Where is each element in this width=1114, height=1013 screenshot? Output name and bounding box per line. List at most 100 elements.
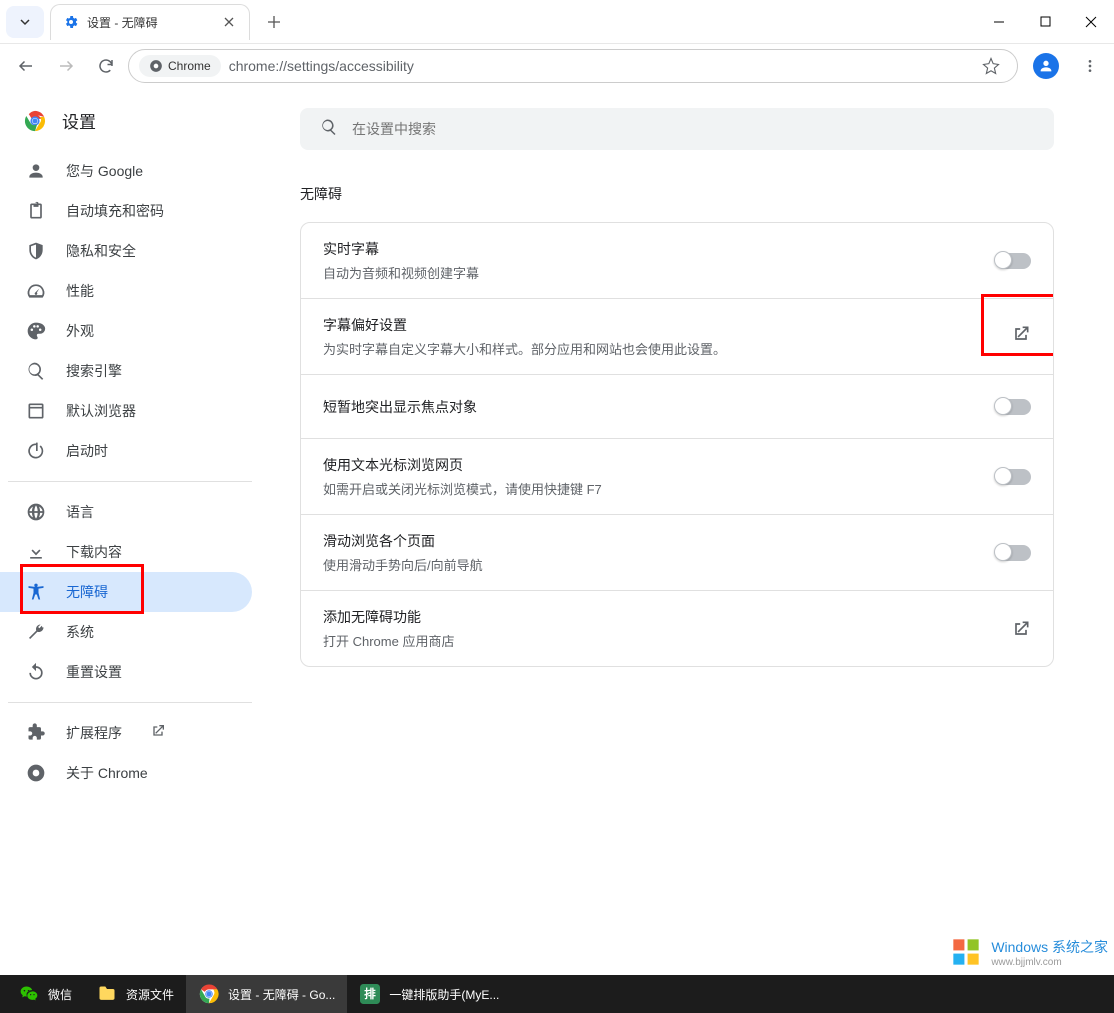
sidebar-label: 下载内容	[66, 542, 122, 562]
sidebar-item-extensions[interactable]: 扩展程序	[8, 713, 252, 753]
window-controls	[976, 0, 1114, 44]
sidebar-label: 外观	[66, 321, 94, 341]
taskbar-item-wechat[interactable]: 微信	[6, 975, 84, 1013]
sidebar-header: 设置	[8, 108, 252, 151]
reset-icon	[26, 662, 46, 682]
chip-text: Chrome	[168, 59, 211, 73]
sidebar-item-privacy[interactable]: 隐私和安全	[8, 231, 252, 271]
sidebar-label: 启动时	[66, 441, 108, 461]
close-window-button[interactable]	[1068, 0, 1114, 44]
profile-button[interactable]	[1030, 50, 1062, 82]
sidebar-item-autofill[interactable]: 自动填充和密码	[8, 191, 252, 231]
sidebar-item-you-google[interactable]: 您与 Google	[8, 151, 252, 191]
sidebar-item-language[interactable]: 语言	[8, 492, 252, 532]
minimize-icon	[993, 16, 1005, 28]
wrench-icon	[26, 622, 46, 642]
clipboard-icon	[26, 201, 46, 221]
star-icon	[982, 57, 1000, 75]
sidebar-item-performance[interactable]: 性能	[8, 271, 252, 311]
bookmark-button[interactable]	[975, 50, 1007, 82]
settings-search[interactable]	[300, 108, 1054, 150]
shield-icon	[26, 241, 46, 261]
new-tab-button[interactable]	[260, 8, 288, 36]
address-bar: Chrome chrome://settings/accessibility	[0, 44, 1114, 88]
taskbar-label: 微信	[48, 986, 72, 1003]
row-desc: 为实时字幕自定义字幕大小和样式。部分应用和网站也会使用此设置。	[323, 339, 1011, 358]
sidebar-label: 搜索引擎	[66, 361, 122, 381]
sidebar-divider	[8, 481, 252, 482]
row-caret-browsing: 使用文本光标浏览网页 如需开启或关闭光标浏览模式，请使用快捷键 F7	[301, 439, 1053, 515]
row-add-accessibility[interactable]: 添加无障碍功能 打开 Chrome 应用商店	[301, 591, 1053, 666]
sidebar-item-default-browser[interactable]: 默认浏览器	[8, 391, 252, 431]
sidebar-label: 关于 Chrome	[66, 763, 148, 783]
chrome-icon	[198, 983, 220, 1005]
row-title: 使用文本光标浏览网页	[323, 455, 995, 475]
browser-tab[interactable]: 设置 - 无障碍	[50, 4, 250, 40]
chrome-small-icon	[26, 763, 46, 783]
watermark-sub: www.bjjmlv.com	[991, 957, 1108, 968]
palette-icon	[26, 321, 46, 341]
sidebar-label: 语言	[66, 502, 94, 522]
taskbar-item-chrome[interactable]: 设置 - 无障碍 - Go...	[186, 975, 347, 1013]
sidebar-item-downloads[interactable]: 下载内容	[8, 532, 252, 572]
extension-icon	[26, 723, 46, 743]
taskbar-item-folder[interactable]: 资源文件	[84, 975, 186, 1013]
minimize-button[interactable]	[976, 0, 1022, 44]
back-button[interactable]	[8, 48, 44, 84]
site-info-chip[interactable]: Chrome	[139, 55, 221, 77]
row-caption-prefs[interactable]: 字幕偏好设置 为实时字幕自定义字幕大小和样式。部分应用和网站也会使用此设置。	[301, 299, 1053, 375]
forward-button[interactable]	[48, 48, 84, 84]
row-desc: 自动为音频和视频创建字幕	[323, 263, 995, 282]
caret-browsing-toggle[interactable]	[995, 469, 1031, 485]
sidebar-item-search-engine[interactable]: 搜索引擎	[8, 351, 252, 391]
globe-icon	[26, 502, 46, 522]
close-icon	[224, 17, 234, 27]
external-link-icon[interactable]	[1011, 331, 1031, 348]
tab-close-button[interactable]	[221, 14, 237, 30]
search-input[interactable]	[352, 121, 1034, 137]
accessibility-icon	[26, 582, 46, 602]
wechat-icon	[18, 983, 40, 1005]
download-icon	[26, 542, 46, 562]
browser-menu-button[interactable]	[1074, 50, 1106, 82]
reload-button[interactable]	[88, 48, 124, 84]
taskbar-item-app[interactable]: 排 一键排版助手(MyE...	[347, 975, 511, 1013]
plus-icon	[267, 15, 281, 29]
folder-icon	[96, 983, 118, 1005]
maximize-button[interactable]	[1022, 0, 1068, 44]
watermark: Windows 系统之家 www.bjjmlv.com	[947, 933, 1108, 971]
row-focus-highlight: 短暂地突出显示焦点对象	[301, 375, 1053, 439]
sidebar-item-appearance[interactable]: 外观	[8, 311, 252, 351]
chevron-down-icon	[19, 16, 31, 28]
external-link-icon[interactable]	[1011, 619, 1031, 639]
sidebar-item-startup[interactable]: 启动时	[8, 431, 252, 471]
external-link-icon	[150, 723, 166, 744]
settings-sidebar: 设置 您与 Google 自动填充和密码 隐私和安全 性能 外观 搜索引擎	[0, 88, 260, 975]
sidebar-label: 您与 Google	[66, 161, 143, 181]
row-desc: 如需开启或关闭光标浏览模式，请使用快捷键 F7	[323, 479, 995, 498]
sidebar-item-reset[interactable]: 重置设置	[8, 652, 252, 692]
chrome-logo-icon	[24, 110, 46, 132]
sidebar-item-about[interactable]: 关于 Chrome	[8, 753, 252, 793]
sidebar-item-system[interactable]: 系统	[8, 612, 252, 652]
row-title: 添加无障碍功能	[323, 607, 1011, 627]
row-desc: 打开 Chrome 应用商店	[323, 631, 1011, 650]
section-title: 无障碍	[300, 184, 1054, 204]
taskbar-label: 资源文件	[126, 986, 174, 1003]
windows-logo-icon	[947, 933, 985, 971]
row-title: 短暂地突出显示焦点对象	[323, 397, 995, 417]
tab-title: 设置 - 无障碍	[87, 14, 221, 31]
live-caption-toggle[interactable]	[995, 253, 1031, 269]
url-bar[interactable]: Chrome chrome://settings/accessibility	[128, 49, 1018, 83]
focus-highlight-toggle[interactable]	[995, 399, 1031, 415]
sidebar-title: 设置	[62, 108, 96, 133]
gear-icon	[63, 14, 79, 30]
settings-main: 无障碍 实时字幕 自动为音频和视频创建字幕 字幕偏好设置 为实时字幕自定义字幕大…	[260, 88, 1114, 975]
sidebar-item-accessibility[interactable]: 无障碍	[0, 572, 252, 612]
person-icon	[26, 161, 46, 181]
arrow-left-icon	[17, 57, 35, 75]
sidebar-label: 重置设置	[66, 662, 122, 682]
taskbar-label: 设置 - 无障碍 - Go...	[228, 986, 335, 1003]
tab-dropdown-button[interactable]	[6, 6, 44, 38]
swipe-nav-toggle[interactable]	[995, 545, 1031, 561]
